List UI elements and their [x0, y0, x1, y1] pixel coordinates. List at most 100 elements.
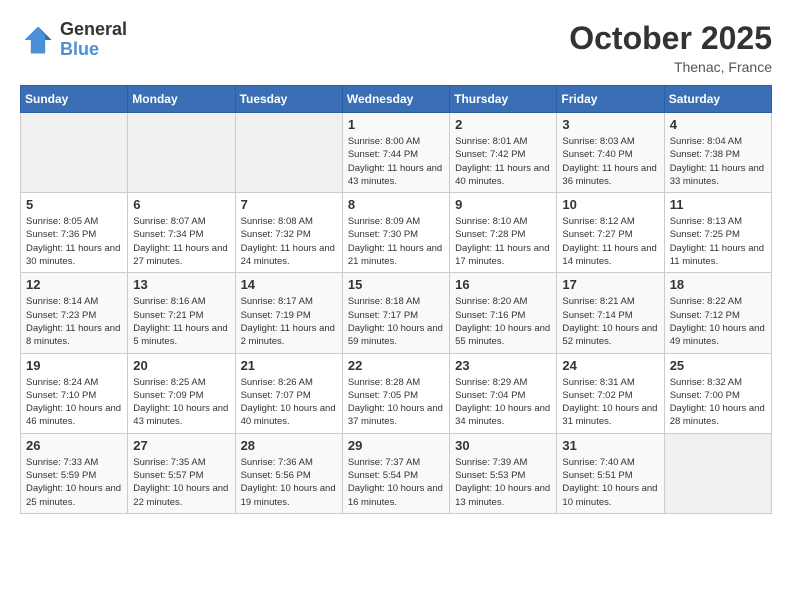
day-info: Sunrise: 7:35 AM Sunset: 5:57 PM Dayligh… — [133, 456, 229, 509]
day-info: Sunrise: 7:36 AM Sunset: 5:56 PM Dayligh… — [241, 456, 337, 509]
day-info: Sunrise: 8:31 AM Sunset: 7:02 PM Dayligh… — [562, 376, 658, 429]
title-block: October 2025 Thenac, France — [569, 20, 772, 75]
day-info: Sunrise: 7:33 AM Sunset: 5:59 PM Dayligh… — [26, 456, 122, 509]
column-header-tuesday: Tuesday — [235, 86, 342, 113]
column-header-sunday: Sunday — [21, 86, 128, 113]
month-title: October 2025 — [569, 20, 772, 57]
day-number: 14 — [241, 277, 337, 292]
day-number: 7 — [241, 197, 337, 212]
day-number: 5 — [26, 197, 122, 212]
day-info: Sunrise: 8:18 AM Sunset: 7:17 PM Dayligh… — [348, 295, 444, 348]
calendar-cell: 22 Sunrise: 8:28 AM Sunset: 7:05 PM Dayli… — [342, 353, 449, 433]
calendar-cell: 31Sunrise: 7:40 AM Sunset: 5:51 PM Dayli… — [557, 433, 664, 513]
column-header-monday: Monday — [128, 86, 235, 113]
day-info: Sunrise: 8:13 AM Sunset: 7:25 PM Dayligh… — [670, 215, 766, 268]
calendar-cell — [664, 433, 771, 513]
column-header-friday: Friday — [557, 86, 664, 113]
calendar-cell: 10Sunrise: 8:12 AM Sunset: 7:27 PM Dayli… — [557, 193, 664, 273]
day-info: Sunrise: 8:09 AM Sunset: 7:30 PM Dayligh… — [348, 215, 444, 268]
day-info: Sunrise: 7:37 AM Sunset: 5:54 PM Dayligh… — [348, 456, 444, 509]
day-number: 30 — [455, 438, 551, 453]
calendar-cell: 15 Sunrise: 8:18 AM Sunset: 7:17 PM Dayli… — [342, 273, 449, 353]
calendar-cell: 28Sunrise: 7:36 AM Sunset: 5:56 PM Dayli… — [235, 433, 342, 513]
day-number: 16 — [455, 277, 551, 292]
day-number: 23 — [455, 358, 551, 373]
day-info: Sunrise: 8:29 AM Sunset: 7:04 PM Dayligh… — [455, 376, 551, 429]
calendar-cell: 25 Sunrise: 8:32 AM Sunset: 7:00 PM Dayli… — [664, 353, 771, 433]
day-info: Sunrise: 8:07 AM Sunset: 7:34 PM Dayligh… — [133, 215, 229, 268]
day-number: 27 — [133, 438, 229, 453]
day-info: Sunrise: 8:12 AM Sunset: 7:27 PM Dayligh… — [562, 215, 658, 268]
calendar-cell: 13Sunrise: 8:16 AM Sunset: 7:21 PM Dayli… — [128, 273, 235, 353]
day-info: Sunrise: 8:22 AM Sunset: 7:12 PM Dayligh… — [670, 295, 766, 348]
day-number: 2 — [455, 117, 551, 132]
calendar-week-2: 5 Sunrise: 8:05 AM Sunset: 7:36 PM Daylig… — [21, 193, 772, 273]
calendar-cell: 26 Sunrise: 7:33 AM Sunset: 5:59 PM Dayli… — [21, 433, 128, 513]
day-number: 24 — [562, 358, 658, 373]
calendar-cell: 3 Sunrise: 8:03 AM Sunset: 7:40 PM Daylig… — [557, 113, 664, 193]
calendar-cell: 7Sunrise: 8:08 AM Sunset: 7:32 PM Daylig… — [235, 193, 342, 273]
calendar-cell: 18 Sunrise: 8:22 AM Sunset: 7:12 PM Dayli… — [664, 273, 771, 353]
day-number: 4 — [670, 117, 766, 132]
day-number: 25 — [670, 358, 766, 373]
calendar-cell: 21 Sunrise: 8:26 AM Sunset: 7:07 PM Dayli… — [235, 353, 342, 433]
calendar-week-5: 26 Sunrise: 7:33 AM Sunset: 5:59 PM Dayli… — [21, 433, 772, 513]
day-info: Sunrise: 8:32 AM Sunset: 7:00 PM Dayligh… — [670, 376, 766, 429]
column-header-thursday: Thursday — [450, 86, 557, 113]
day-number: 8 — [348, 197, 444, 212]
day-info: Sunrise: 8:04 AM Sunset: 7:38 PM Dayligh… — [670, 135, 766, 188]
calendar-cell: 16 Sunrise: 8:20 AM Sunset: 7:16 PM Dayli… — [450, 273, 557, 353]
day-number: 15 — [348, 277, 444, 292]
day-number: 18 — [670, 277, 766, 292]
calendar-cell: 30Sunrise: 7:39 AM Sunset: 5:53 PM Dayli… — [450, 433, 557, 513]
day-info: Sunrise: 8:03 AM Sunset: 7:40 PM Dayligh… — [562, 135, 658, 188]
calendar-cell: 17 Sunrise: 8:21 AM Sunset: 7:14 PM Dayli… — [557, 273, 664, 353]
day-info: Sunrise: 8:26 AM Sunset: 7:07 PM Dayligh… — [241, 376, 337, 429]
calendar-cell: 20Sunrise: 8:25 AM Sunset: 7:09 PM Dayli… — [128, 353, 235, 433]
calendar-cell — [128, 113, 235, 193]
calendar-cell: 12Sunrise: 8:14 AM Sunset: 7:23 PM Dayli… — [21, 273, 128, 353]
day-info: Sunrise: 8:20 AM Sunset: 7:16 PM Dayligh… — [455, 295, 551, 348]
day-info: Sunrise: 8:16 AM Sunset: 7:21 PM Dayligh… — [133, 295, 229, 348]
calendar-cell: 5 Sunrise: 8:05 AM Sunset: 7:36 PM Daylig… — [21, 193, 128, 273]
day-info: Sunrise: 8:21 AM Sunset: 7:14 PM Dayligh… — [562, 295, 658, 348]
day-number: 22 — [348, 358, 444, 373]
day-number: 12 — [26, 277, 122, 292]
day-info: Sunrise: 8:17 AM Sunset: 7:19 PM Dayligh… — [241, 295, 337, 348]
calendar-cell: 24 Sunrise: 8:31 AM Sunset: 7:02 PM Dayli… — [557, 353, 664, 433]
calendar-cell: 4 Sunrise: 8:04 AM Sunset: 7:38 PM Daylig… — [664, 113, 771, 193]
day-info: Sunrise: 7:40 AM Sunset: 5:51 PM Dayligh… — [562, 456, 658, 509]
day-number: 17 — [562, 277, 658, 292]
logo: General Blue — [20, 20, 127, 60]
calendar-week-3: 12Sunrise: 8:14 AM Sunset: 7:23 PM Dayli… — [21, 273, 772, 353]
calendar-week-1: 1 Sunrise: 8:00 AM Sunset: 7:44 PM Daylig… — [21, 113, 772, 193]
day-info: Sunrise: 8:05 AM Sunset: 7:36 PM Dayligh… — [26, 215, 122, 268]
day-number: 21 — [241, 358, 337, 373]
day-number: 9 — [455, 197, 551, 212]
day-info: Sunrise: 8:00 AM Sunset: 7:44 PM Dayligh… — [348, 135, 444, 188]
column-header-wednesday: Wednesday — [342, 86, 449, 113]
day-number: 20 — [133, 358, 229, 373]
calendar-cell: 19Sunrise: 8:24 AM Sunset: 7:10 PM Dayli… — [21, 353, 128, 433]
calendar-cell — [235, 113, 342, 193]
day-info: Sunrise: 8:28 AM Sunset: 7:05 PM Dayligh… — [348, 376, 444, 429]
calendar-cell: 9 Sunrise: 8:10 AM Sunset: 7:28 PM Daylig… — [450, 193, 557, 273]
day-number: 1 — [348, 117, 444, 132]
calendar-cell — [21, 113, 128, 193]
day-number: 29 — [348, 438, 444, 453]
calendar-cell: 8 Sunrise: 8:09 AM Sunset: 7:30 PM Daylig… — [342, 193, 449, 273]
day-number: 26 — [26, 438, 122, 453]
page-header: General Blue October 2025 Thenac, France — [20, 20, 772, 75]
calendar-table: SundayMondayTuesdayWednesdayThursdayFrid… — [20, 85, 772, 514]
calendar-cell: 11 Sunrise: 8:13 AM Sunset: 7:25 PM Dayli… — [664, 193, 771, 273]
calendar-cell: 23 Sunrise: 8:29 AM Sunset: 7:04 PM Dayli… — [450, 353, 557, 433]
logo-general: General — [60, 20, 127, 40]
day-info: Sunrise: 8:24 AM Sunset: 7:10 PM Dayligh… — [26, 376, 122, 429]
day-number: 11 — [670, 197, 766, 212]
column-header-saturday: Saturday — [664, 86, 771, 113]
calendar-cell: 6Sunrise: 8:07 AM Sunset: 7:34 PM Daylig… — [128, 193, 235, 273]
location: Thenac, France — [569, 59, 772, 75]
calendar-cell: 14 Sunrise: 8:17 AM Sunset: 7:19 PM Dayli… — [235, 273, 342, 353]
day-number: 3 — [562, 117, 658, 132]
day-info: Sunrise: 8:10 AM Sunset: 7:28 PM Dayligh… — [455, 215, 551, 268]
